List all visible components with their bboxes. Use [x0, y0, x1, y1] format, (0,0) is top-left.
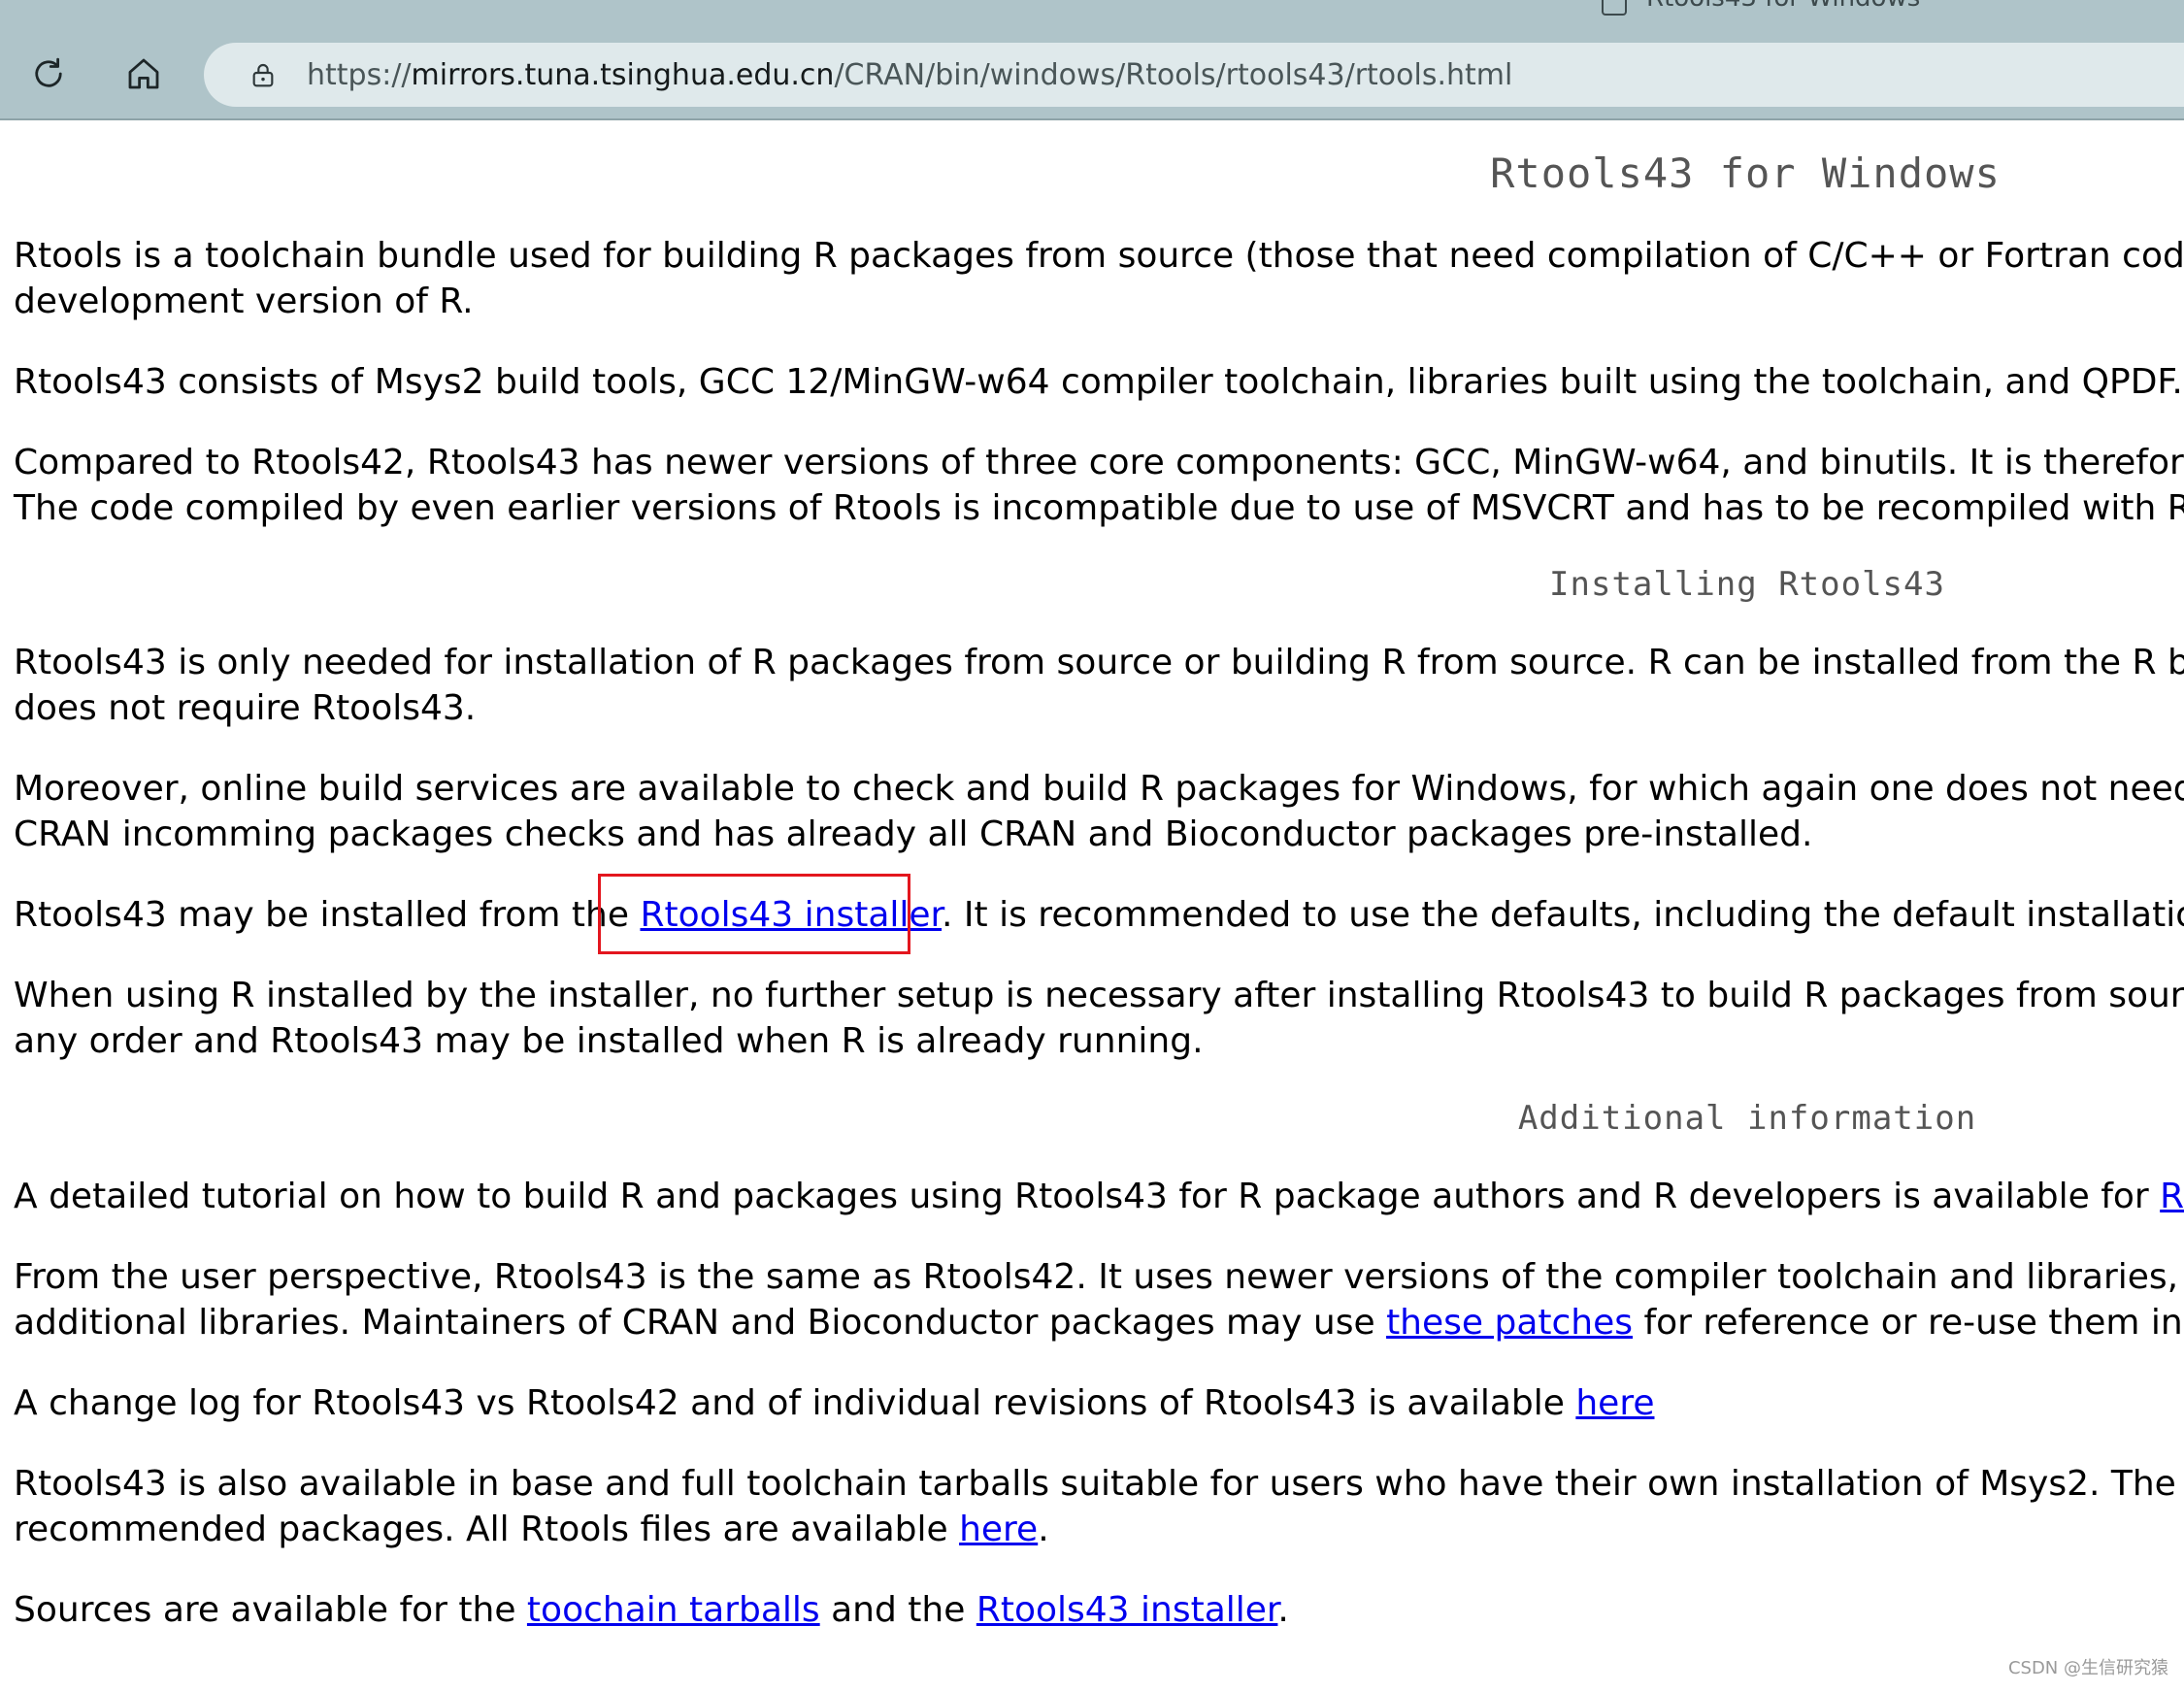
watermark: CSDN @生信研究猿 [2007, 1658, 2168, 1678]
tab-page-icon [1602, 0, 1627, 16]
files-here-link[interactable]: here [959, 1510, 1038, 1549]
paragraph-line: Rtools43 consists of Msys2 build tools, … [14, 362, 2184, 402]
paragraph-line: Rtools43 is only needed for installation… [14, 643, 2184, 682]
changelog-here-link[interactable]: here [1575, 1383, 1654, 1423]
these-patches-link[interactable]: these patches [1386, 1303, 1633, 1343]
sources-text-after: . [1277, 1590, 1289, 1630]
paragraph-line: CRAN incomming packages checks and has a… [14, 814, 1813, 854]
url-prefix: https:// [307, 57, 412, 92]
paragraph-line: From the user perspective, Rtools43 is t… [14, 1257, 2184, 1297]
changelog-text: A change log for Rtools43 vs Rtools42 an… [14, 1383, 1576, 1423]
browser-chrome: Rtools43 for Windows https://mirrors.tun… [0, 0, 2184, 120]
paragraph-line: Rtools43 is also available in base and f… [14, 1464, 2184, 1504]
paragraph-comparison: Compared to Rtools42, Rtools43 has newer… [14, 440, 2184, 531]
paragraph-line: any order and Rtools43 may be installed … [14, 1021, 1204, 1061]
paragraph-line: additional libraries. Maintainers of CRA… [14, 1300, 2184, 1345]
installer-text-after: . It is recommended to use the defaults,… [942, 895, 2184, 935]
paragraph-changelog: A change log for Rtools43 vs Rtools42 an… [14, 1380, 2184, 1426]
paragraph-online-build: Moreover, online build services are avai… [14, 766, 2184, 857]
files-text-after: . [1038, 1510, 1049, 1549]
files-text-before: recommended packages. All Rtools files a… [14, 1510, 960, 1549]
url-host: mirrors.tuna.tsinghua.edu.cn [411, 57, 835, 92]
paragraph-line: Sources are available for the toochain t… [14, 1587, 2184, 1633]
sources-text-middle: and the [819, 1590, 976, 1630]
installing-heading: Installing Rtools43 [1549, 565, 1945, 604]
paragraph-line: The code compiled by even earlier versio… [14, 488, 2184, 528]
r-4-3-x-link[interactable]: R-4.3.x [2160, 1177, 2184, 1216]
paragraph-needed-for: Rtools43 is only needed for installation… [14, 640, 2184, 731]
address-bar[interactable]: https://mirrors.tuna.tsinghua.edu.cn/CRA… [204, 43, 2184, 107]
paragraph-line: When using R installed by the installer,… [14, 976, 2184, 1015]
paragraph-tarballs: Rtools43 is also available in base and f… [14, 1461, 2184, 1552]
patches-text-after: for reference or re-use them in their o [1643, 1303, 2184, 1343]
paragraph-sources: Sources are available for the toochain t… [14, 1587, 2184, 1633]
paragraph-line: recommended packages. All Rtools files a… [14, 1507, 2184, 1552]
refresh-icon [35, 57, 62, 87]
paragraph-line: A detailed tutorial on how to build R an… [14, 1174, 2184, 1219]
tutorial-text: A detailed tutorial on how to build R an… [14, 1177, 2161, 1216]
paragraph-line: Rtools43 may be installed from the Rtool… [14, 892, 2184, 938]
installer-text-before: Rtools43 may be installed from the [14, 895, 641, 935]
home-button[interactable] [120, 50, 167, 97]
paragraph-tutorial: A detailed tutorial on how to build R an… [14, 1174, 2184, 1219]
page-title: Rtools43 for Windows [1490, 149, 2001, 197]
paragraph-line: does not require Rtools43. [14, 688, 477, 728]
home-icon [128, 58, 159, 89]
paragraph-installer: Rtools43 may be installed from the Rtool… [14, 892, 2184, 938]
paragraph-intro: Rtools is a toolchain bundle used for bu… [14, 233, 2184, 324]
sources-text-before: Sources are available for the [14, 1590, 527, 1630]
sources-rtools43-installer-link[interactable]: Rtools43 installer [976, 1590, 1278, 1630]
additional-heading: Additional information [1517, 1099, 1977, 1138]
url-path: /CRAN/bin/windows/Rtools/rtools43/rtools… [834, 57, 1513, 92]
browser-tab[interactable]: Rtools43 for Windows [1602, 0, 1920, 17]
paragraph-line: development version of R. [14, 282, 474, 321]
refresh-button[interactable] [25, 50, 72, 97]
paragraph-line: Compared to Rtools42, Rtools43 has newer… [14, 443, 2184, 482]
lock-icon[interactable] [247, 58, 280, 91]
tab-title: Rtools43 for Windows [1646, 0, 1920, 13]
toochain-tarballs-link[interactable]: toochain tarballs [527, 1590, 820, 1630]
paragraph-setup: When using R installed by the installer,… [14, 973, 2184, 1064]
paragraph-components: Rtools43 consists of Msys2 build tools, … [14, 359, 2184, 405]
url-text[interactable]: https://mirrors.tuna.tsinghua.edu.cn/CRA… [307, 58, 1512, 92]
patches-text-before: additional libraries. Maintainers of CRA… [14, 1303, 1387, 1343]
rtools43-installer-link[interactable]: Rtools43 installer [640, 895, 942, 935]
paragraph-user-perspective: From the user perspective, Rtools43 is t… [14, 1254, 2184, 1345]
paragraph-line: A change log for Rtools43 vs Rtools42 an… [14, 1380, 2184, 1426]
paragraph-line: Rtools is a toolchain bundle used for bu… [14, 236, 2184, 276]
page-content: Rtools43 for Windows Rtools is a toolcha… [0, 120, 2184, 1693]
paragraph-line: Moreover, online build services are avai… [14, 769, 2184, 809]
